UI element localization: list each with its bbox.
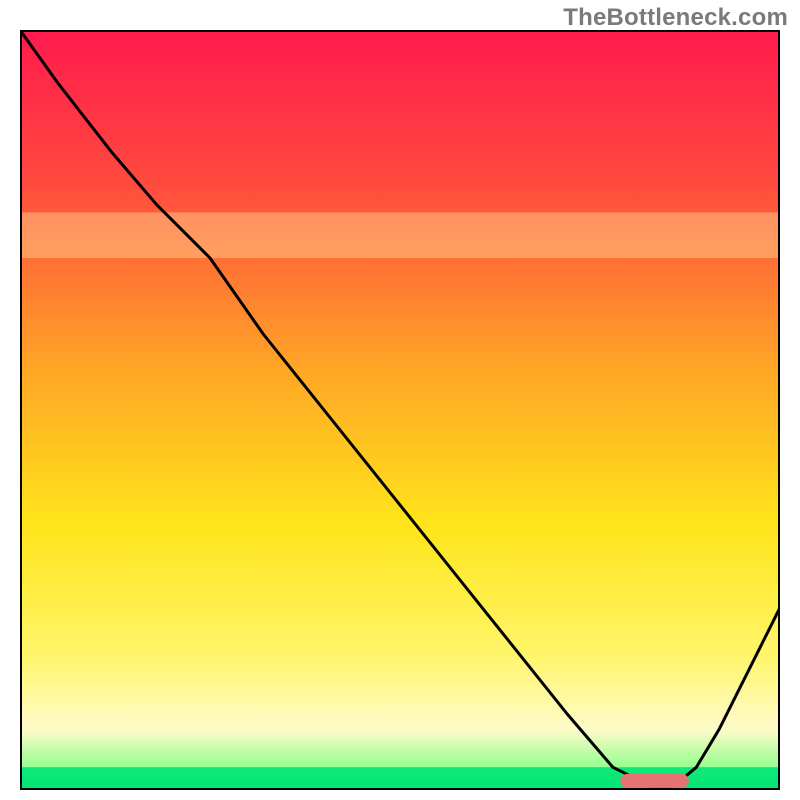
plot-area <box>20 30 780 790</box>
gradient-background <box>20 30 780 790</box>
chart-root: TheBottleneck.com <box>0 0 800 800</box>
optimal-marker <box>620 774 688 788</box>
band-region-0 <box>20 212 780 258</box>
watermark-text: TheBottleneck.com <box>563 4 788 32</box>
plot-svg <box>20 30 780 790</box>
